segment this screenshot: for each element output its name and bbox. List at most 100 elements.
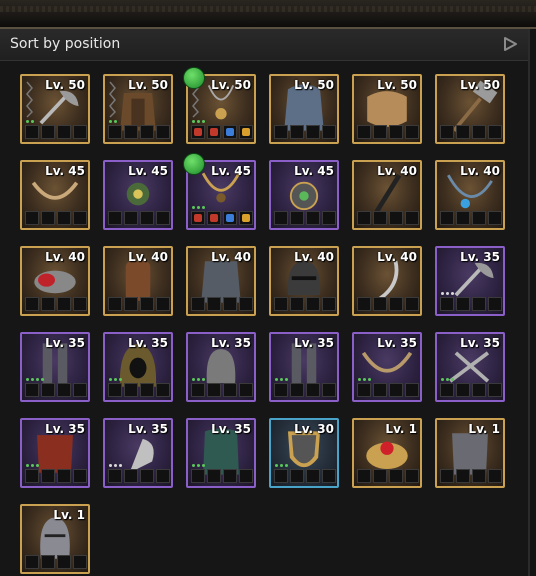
socket-slot [389,211,403,225]
socket-slot [41,211,55,225]
socket-row [191,297,253,311]
upgrade-dot [285,464,288,467]
item-slot[interactable]: Lv. 35 [20,418,90,488]
item-slot[interactable]: Lv. 45 [103,160,173,230]
socket-row [25,125,87,139]
socket-slot [322,297,336,311]
item-level: Lv. 1 [468,422,500,436]
upgrade-dot [441,292,444,295]
upgrade-dot [202,378,205,381]
item-slot[interactable]: Lv. 40 [103,246,173,316]
socket-slot [124,469,138,483]
chain-icon [109,81,116,118]
socket-slot [108,469,122,483]
item-slot[interactable]: Lv. 1 [435,418,505,488]
upgrade-dot [109,120,112,123]
socket-row [108,297,170,311]
socket-slot [140,211,154,225]
socket-row [440,469,502,483]
socket-slot [57,383,71,397]
upgrade-dots [26,464,39,467]
gem-icon [194,128,202,136]
item-slot[interactable]: Lv. 35 [103,418,173,488]
item-slot[interactable]: Lv. 50 [103,74,173,144]
item-level: Lv. 1 [385,422,417,436]
item-slot[interactable]: Lv. 35 [435,332,505,402]
sort-label[interactable]: Sort by position [10,36,120,52]
socket-slot [472,211,486,225]
item-slot[interactable]: Lv. 45 [269,160,339,230]
socket-slot [357,297,371,311]
socket-slot [357,125,371,139]
upgrade-dot [358,378,361,381]
socket-slot [207,383,221,397]
socket-slot [41,469,55,483]
socket-slot [440,125,454,139]
item-slot[interactable]: Lv. 35 [20,332,90,402]
item-level: Lv. 35 [211,336,251,350]
upgrade-dot [192,206,195,209]
item-slot[interactable]: Lv. 40 [435,160,505,230]
item-slot[interactable]: Lv. 35 [269,332,339,402]
socket-slot [357,469,371,483]
socket-slot [357,211,371,225]
item-slot[interactable]: Lv. 50 [20,74,90,144]
socket-row [108,211,170,225]
socket-slot [274,469,288,483]
socket-slot [389,383,403,397]
socket-row [357,469,419,483]
socket-slot [57,125,71,139]
socket-slot [373,125,387,139]
item-slot[interactable]: Lv. 40 [269,246,339,316]
item-slot[interactable]: Lv. 40 [352,246,422,316]
socket-row [108,469,170,483]
socket-row [25,469,87,483]
item-slot[interactable]: Lv. 50 [435,74,505,144]
upgrade-dot [451,292,454,295]
item-slot[interactable]: Lv. 40 [20,246,90,316]
item-slot[interactable]: Lv. 50 [269,74,339,144]
item-slot[interactable]: Lv. 35 [435,246,505,316]
item-slot[interactable]: Lv. 35 [103,332,173,402]
socket-row [357,383,419,397]
socket-slot [456,125,470,139]
sort-bar[interactable]: Sort by position [0,29,528,61]
socket-slot [488,297,502,311]
upgrade-dots [109,120,117,123]
socket-slot [108,297,122,311]
socket-slot [25,125,39,139]
socket-slot [124,297,138,311]
item-slot[interactable]: Lv. 35 [186,418,256,488]
socket-row [274,125,336,139]
item-level: Lv. 35 [460,250,500,264]
upgrade-dot [446,378,449,381]
socket-slot [389,469,403,483]
item-slot[interactable]: Lv. 50 [352,74,422,144]
socket-slot [472,469,486,483]
socket-slot [25,211,39,225]
item-slot[interactable]: Lv. 45 [20,160,90,230]
item-slot[interactable]: Lv. 1 [20,504,90,574]
item-slot[interactable]: Lv. 40 [186,246,256,316]
item-slot[interactable]: Lv. 1 [352,418,422,488]
socket-row [274,211,336,225]
item-level: Lv. 40 [377,164,417,178]
socket-row [440,383,502,397]
item-slot[interactable]: Lv. 35 [352,332,422,402]
socket-slot [223,211,237,225]
socket-slot [73,125,87,139]
socket-slot [239,211,253,225]
upgrade-dots [441,292,454,295]
item-level: Lv. 40 [211,250,251,264]
item-level: Lv. 35 [377,336,417,350]
play-icon[interactable] [502,36,518,52]
socket-row [191,125,253,139]
item-slot[interactable]: Lv. 40 [352,160,422,230]
gem-icon [210,214,218,222]
item-slot[interactable]: Lv. 35 [186,332,256,402]
upgrade-dot [202,120,205,123]
gem-icon [226,214,234,222]
socket-slot [57,211,71,225]
socket-slot [73,297,87,311]
item-slot[interactable]: Lv. 30 [269,418,339,488]
